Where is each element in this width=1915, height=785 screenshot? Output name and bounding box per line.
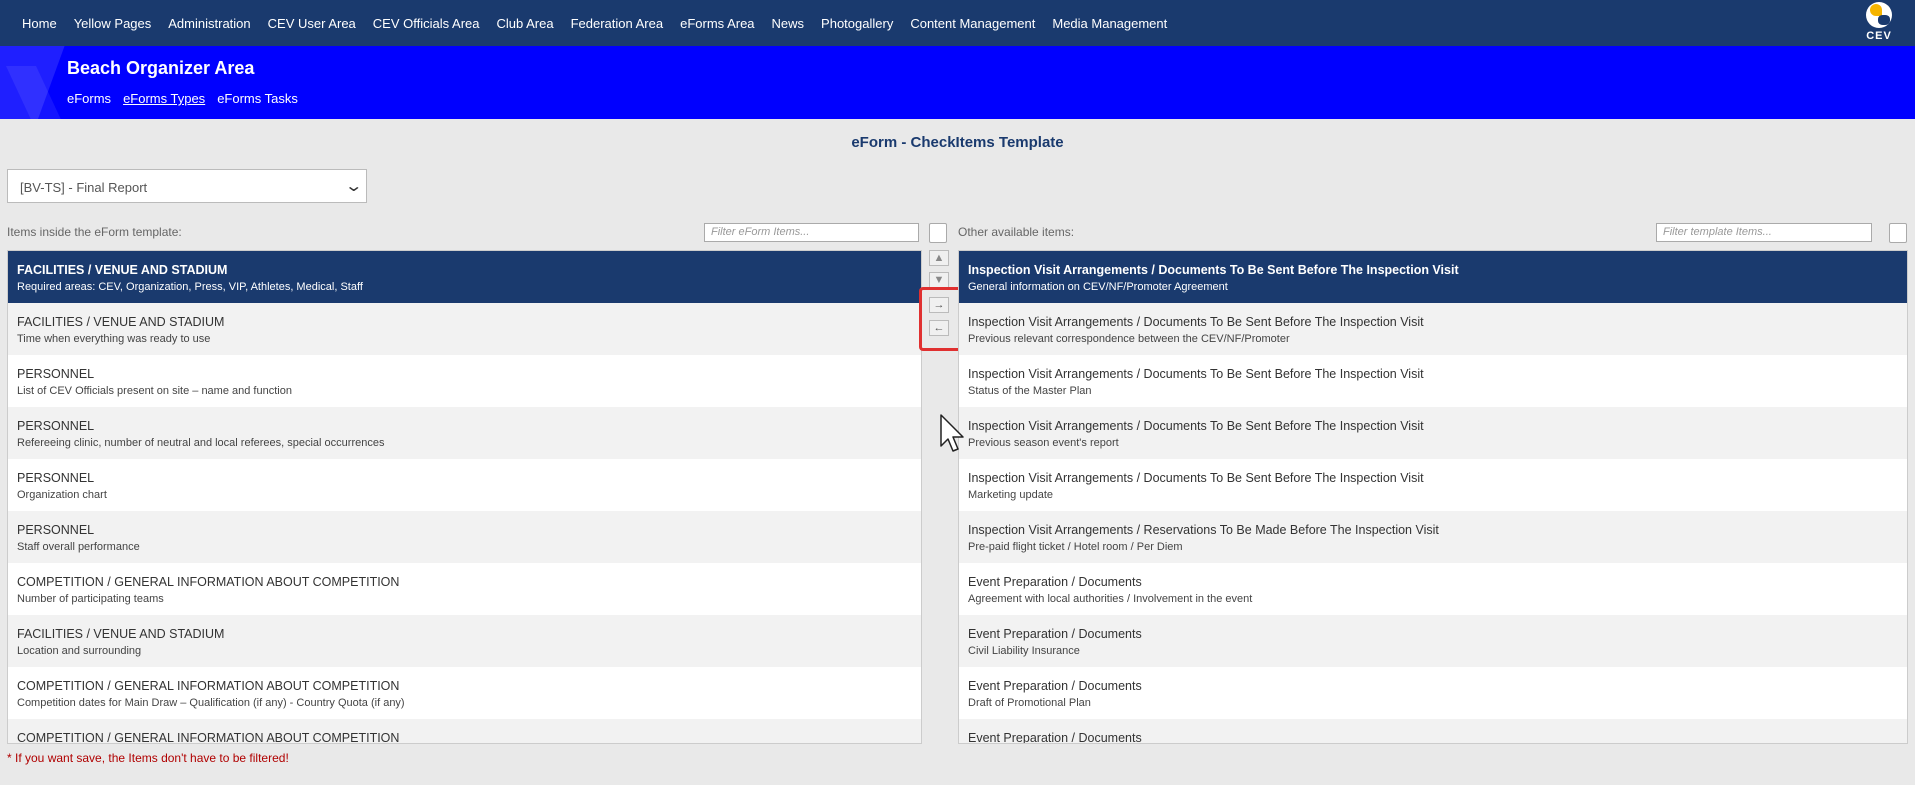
item-subtitle: Draft of Promotional Plan [968,697,1091,709]
list-item[interactable]: Event Preparation / Documents Draft of Pr… [959,667,1907,719]
mouse-cursor-icon [940,414,964,452]
list-item[interactable]: Inspection Visit Arrangements / Document… [959,459,1907,511]
item-title: Event Preparation / Documents [968,575,1142,589]
item-subtitle: Previous season event's report [968,437,1119,449]
right-items-list: Inspection Visit Arrangements / Document… [958,250,1908,744]
list-item[interactable]: COMPETITION / GENERAL INFORMATION ABOUT … [8,719,921,744]
arrow-down-icon: ▼ [933,274,945,286]
volleyball-icon [1866,2,1892,28]
nav-cev-officials-area[interactable]: CEV Officials Area [373,16,480,31]
list-item[interactable]: Event Preparation / Documents Civil Liabi… [959,615,1907,667]
item-title: Inspection Visit Arrangements / Document… [968,367,1424,381]
list-item[interactable]: Inspection Visit Arrangements / Document… [959,407,1907,459]
template-select-value: [BV-TS] - Final Report [20,180,148,195]
list-item[interactable]: Event Preparation / Documents Agreement w… [959,563,1907,615]
item-subtitle: Organization chart [17,489,107,501]
item-subtitle: Number of participating teams [17,593,164,605]
move-down-button[interactable]: ▼ [929,272,949,288]
nav-cev-user-area[interactable]: CEV User Area [268,16,356,31]
tab-eforms[interactable]: eForms [67,91,111,106]
left-panel-label: Items inside the eForm template: [7,225,182,239]
item-subtitle: Previous relevant correspondence between… [968,333,1290,345]
item-title: Inspection Visit Arrangements / Reservat… [968,523,1439,537]
item-title: FACILITIES / VENUE AND STADIUM [17,627,225,641]
nav-content-management[interactable]: Content Management [910,16,1035,31]
item-title: Event Preparation / Documents [968,731,1142,744]
item-subtitle: Staff overall performance [17,541,140,553]
tab-eforms-tasks[interactable]: eForms Tasks [217,91,298,106]
item-title: FACILITIES / VENUE AND STADIUM [17,263,228,277]
item-title: Inspection Visit Arrangements / Document… [968,263,1459,277]
arrow-up-icon: ▲ [933,252,945,264]
template-select[interactable]: [BV-TS] - Final Report ⌄ [7,169,367,203]
filter-template-items-input[interactable]: Filter template Items... [1656,223,1872,242]
item-subtitle: Civil Liability Insurance [968,645,1080,657]
item-subtitle: Competition dates for Main Draw – Qualif… [17,697,405,709]
list-item[interactable]: Event Preparation / Documents [959,719,1907,744]
logo-text: CEV [1866,30,1892,42]
item-subtitle: List of CEV Officials present on site – … [17,385,292,397]
item-subtitle: Marketing update [968,489,1053,501]
list-item[interactable]: COMPETITION / GENERAL INFORMATION ABOUT … [8,563,921,615]
move-up-button[interactable]: ▲ [929,250,949,266]
highlight-box [919,287,962,351]
nav-media-management[interactable]: Media Management [1052,16,1167,31]
right-panel-label: Other available items: [958,225,1075,239]
list-item[interactable]: Inspection Visit Arrangements / Document… [959,355,1907,407]
area-tabs: eForms eForms Types eForms Tasks [67,91,310,106]
item-subtitle: Pre-paid flight ticket / Hotel room / Pe… [968,541,1183,553]
list-item[interactable]: FACILITIES / VENUE AND STADIUM Time when … [8,303,921,355]
item-title: COMPETITION / GENERAL INFORMATION ABOUT … [17,575,400,589]
item-title: PERSONNEL [17,523,95,537]
item-subtitle: Location and surrounding [17,645,142,657]
nav-eforms-area[interactable]: eForms Area [680,16,754,31]
page-title: eForm - CheckItems Template [851,134,1064,151]
top-navigation: Home Yellow Pages Administration CEV Use… [0,0,1915,46]
item-subtitle: General information on CEV/NF/Promoter A… [968,281,1228,293]
item-title: FACILITIES / VENUE AND STADIUM [17,315,225,329]
nav-photogallery[interactable]: Photogallery [821,16,893,31]
right-select-all-checkbox[interactable] [1889,223,1907,243]
chevron-down-icon: ⌄ [343,178,363,195]
list-item[interactable]: FACILITIES / VENUE AND STADIUM Location a… [8,615,921,667]
item-title: PERSONNEL [17,471,95,485]
item-title: Event Preparation / Documents [968,627,1142,641]
area-title: Beach Organizer Area [67,58,255,78]
list-item[interactable]: PERSONNEL List of CEV Officials present o… [8,355,921,407]
nav-federation-area[interactable]: Federation Area [571,16,664,31]
item-title: Event Preparation / Documents [968,679,1142,693]
item-subtitle: Required areas: CEV, Organization, Press… [17,281,363,293]
left-items-list: FACILITIES / VENUE AND STADIUM Required a… [7,250,922,744]
list-item[interactable]: PERSONNEL Organization chart [8,459,921,511]
list-item[interactable]: FACILITIES / VENUE AND STADIUM Required a… [8,251,921,303]
filter-eform-items-input[interactable]: Filter eForm Items... [704,223,919,242]
nav-home[interactable]: Home [22,16,57,31]
list-item[interactable]: COMPETITION / GENERAL INFORMATION ABOUT … [8,667,921,719]
item-title: COMPETITION / GENERAL INFORMATION ABOUT … [17,679,400,693]
item-subtitle: Status of the Master Plan [968,385,1092,397]
item-title: COMPETITION / GENERAL INFORMATION ABOUT … [17,731,400,744]
tab-eforms-types[interactable]: eForms Types [123,91,205,106]
cev-logo[interactable]: CEV [1859,2,1899,44]
list-item[interactable]: PERSONNEL Refereeing clinic, number of ne… [8,407,921,459]
list-item[interactable]: PERSONNEL Staff overall performance [8,511,921,563]
item-title: PERSONNEL [17,367,95,381]
list-item[interactable]: Inspection Visit Arrangements / Reservat… [959,511,1907,563]
nav-club-area[interactable]: Club Area [497,16,554,31]
item-subtitle: Time when everything was ready to use [17,333,211,345]
left-select-all-checkbox[interactable] [929,223,947,243]
item-title: PERSONNEL [17,419,95,433]
list-item[interactable]: Inspection Visit Arrangements / Document… [959,303,1907,355]
filter-warning-note: * If you want save, the Items don't have… [7,751,289,765]
list-item[interactable]: Inspection Visit Arrangements / Document… [959,251,1907,303]
item-title: Inspection Visit Arrangements / Document… [968,315,1424,329]
nav-yellow-pages[interactable]: Yellow Pages [74,16,152,31]
area-header: Beach Organizer Area eForms eForms Types… [0,46,1915,119]
nav-news[interactable]: News [772,16,805,31]
item-subtitle: Agreement with local authorities / Invol… [968,593,1253,605]
item-title: Inspection Visit Arrangements / Document… [968,419,1424,433]
nav-administration[interactable]: Administration [168,16,250,31]
item-subtitle: Refereeing clinic, number of neutral and… [17,437,385,449]
item-title: Inspection Visit Arrangements / Document… [968,471,1424,485]
